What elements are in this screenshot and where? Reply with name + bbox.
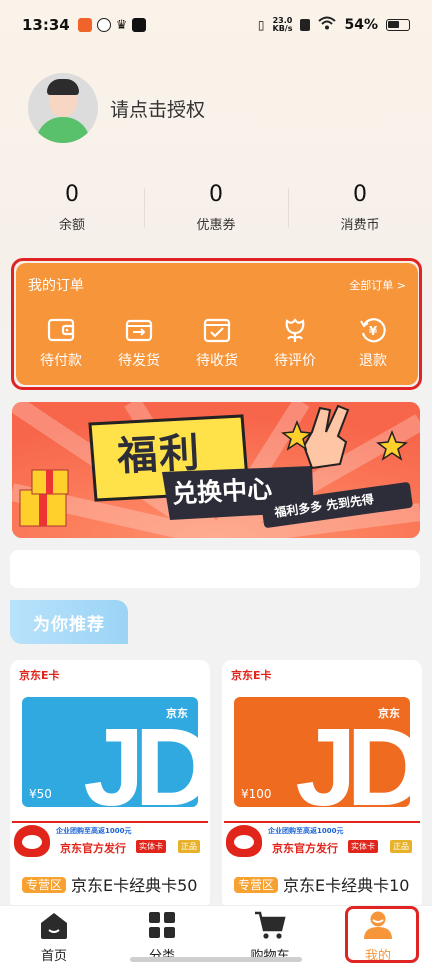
gift-card-image: 京东 JD ¥50 — [22, 697, 198, 807]
stat-value: 0 — [65, 182, 79, 207]
product-name-text: 京东E卡经典卡10 — [283, 876, 410, 895]
promo-strip: 企业团购至高返1000元 京东官方发行 实体卡 正品 — [12, 821, 208, 859]
my-orders-card: 我的订单 全部订单 > 待付款 待发货 待收货 待评价 ¥ 退款 — [16, 263, 418, 385]
banner-art — [12, 402, 420, 538]
svg-text:¥: ¥ — [369, 324, 378, 338]
official-issue-text: 京东官方发行 — [272, 842, 338, 855]
official-issue-text: 京东官方发行 — [60, 842, 126, 855]
wifi-icon — [318, 16, 337, 34]
blank-notice-bar — [10, 550, 420, 588]
physical-card-tag: 实体卡 — [136, 840, 166, 853]
joy-mascot-icon — [226, 825, 262, 857]
promo-text: 企业团购至高返1000元 — [268, 827, 344, 835]
refund-yen-icon: ¥ — [360, 318, 386, 343]
order-to-ship[interactable]: 待发货 — [106, 315, 172, 370]
jd-big-logo: JD — [295, 706, 410, 808]
genuine-tag: 正品 — [390, 840, 412, 853]
home-icon — [41, 913, 67, 939]
stat-label: 消费币 — [340, 218, 380, 233]
auth-prompt[interactable]: 请点击授权 — [110, 95, 205, 122]
order-to-review[interactable]: 待评价 — [262, 315, 328, 370]
welfare-exchange-banner[interactable]: 福利 兑换中心 福利多多 先到先得 — [12, 402, 420, 538]
tab-mine-highlight-outline — [345, 906, 419, 963]
stat-value: 0 — [353, 182, 367, 207]
app-notification-icon — [77, 18, 92, 32]
order-pending-payment[interactable]: 待付款 — [28, 315, 94, 370]
stat-consumption-coins[interactable]: 0 消费币 — [288, 180, 432, 240]
all-orders-link[interactable]: 全部订单 > — [349, 277, 406, 293]
promo-text: 企业团购至高返1000元 — [56, 827, 132, 835]
genuine-tag: 正品 — [178, 840, 200, 853]
order-item-label: 退款 — [359, 353, 387, 369]
tab-label: 首页 — [40, 949, 67, 964]
status-time: 13:34 — [22, 16, 70, 34]
net-speed-unit: KB/s — [272, 24, 293, 33]
order-item-label: 待发货 — [118, 353, 160, 369]
physical-card-tag: 实体卡 — [348, 840, 378, 853]
stat-balance[interactable]: 0 余额 — [0, 180, 144, 240]
crown-icon: ♛ — [115, 17, 128, 33]
shipping-box-icon — [125, 319, 153, 342]
zone-badge: 专营区 — [22, 877, 67, 893]
profile-header[interactable]: 请点击授权 — [28, 73, 205, 143]
avatar[interactable] — [28, 73, 98, 143]
product-name: 专营区 京东E卡经典卡50 — [22, 872, 207, 896]
status-bar: 13:34 ♛ ▯ 23.0 KB/s 54% — [0, 0, 432, 50]
joy-mascot-icon — [14, 825, 50, 857]
order-item-label: 待评价 — [274, 353, 316, 369]
notification-icons: ♛ — [77, 17, 147, 33]
stat-value: 0 — [209, 182, 223, 207]
tab-category[interactable]: 分类 — [108, 906, 216, 964]
flower-icon — [285, 318, 305, 342]
product-name: 专营区 京东E卡经典卡10 — [234, 872, 419, 896]
account-stats: 0 余额 0 优惠券 0 消费币 — [0, 180, 432, 240]
banner-subtitle: 兑换中心 — [171, 474, 273, 509]
jd-big-logo: JD — [83, 706, 198, 808]
tab-home[interactable]: 首页 — [0, 906, 108, 964]
product-brand: 京东E卡 — [231, 669, 272, 682]
gesture-bar — [130, 957, 302, 962]
vibrate-icon: ▯ — [257, 18, 265, 32]
orders-title: 我的订单 — [28, 278, 84, 294]
product-card[interactable]: 京东E卡 京东 JD ¥50 企业团购至高返1000元 京东官方发行 实体卡 正… — [10, 660, 210, 910]
order-item-label: 待收货 — [196, 353, 238, 369]
gift-card-value: ¥100 — [241, 787, 272, 801]
gift-card-image: 京东 JD ¥100 — [234, 697, 410, 807]
stat-label: 优惠券 — [196, 218, 236, 233]
order-refund[interactable]: ¥ 退款 — [340, 315, 406, 370]
recommend-header: 为你推荐 — [10, 600, 128, 644]
app-notification-icon — [96, 18, 111, 32]
cart-icon — [255, 911, 286, 939]
product-name-text: 京东E卡经典卡50 — [71, 876, 198, 895]
battery-icon — [386, 19, 410, 31]
zone-badge: 专营区 — [234, 877, 279, 893]
order-to-receive[interactable]: 待收货 — [184, 315, 250, 370]
product-brand: 京东E卡 — [19, 669, 60, 682]
net-speed: 23.0 KB/s — [273, 17, 293, 33]
promo-strip: 企业团购至高返1000元 京东官方发行 实体卡 正品 — [224, 821, 420, 859]
stat-label: 余额 — [58, 218, 85, 233]
wallet-icon — [47, 318, 75, 342]
category-grid-icon — [149, 912, 175, 938]
stat-coupons[interactable]: 0 优惠券 — [144, 180, 288, 240]
sim-icon — [300, 19, 311, 31]
tiktok-icon — [132, 18, 147, 32]
battery-percent: 54% — [344, 17, 378, 33]
product-card[interactable]: 京东E卡 京东 JD ¥100 企业团购至高返1000元 京东官方发行 实体卡 … — [222, 660, 422, 910]
order-item-label: 待付款 — [40, 353, 82, 369]
receive-box-icon — [203, 318, 231, 343]
gift-card-value: ¥50 — [29, 787, 52, 801]
tab-cart[interactable]: 购物车 — [216, 906, 324, 964]
